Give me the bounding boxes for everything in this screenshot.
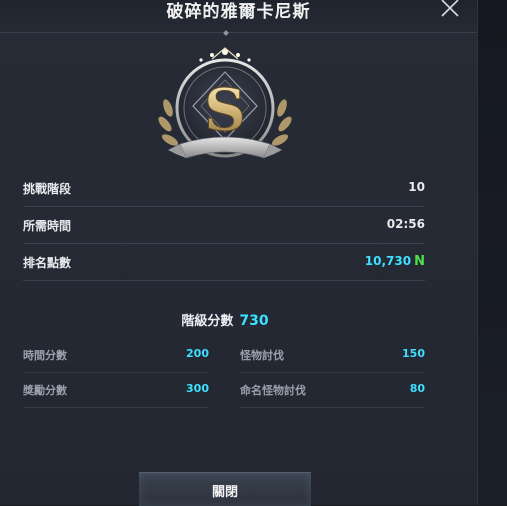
ranking-n-icon: N xyxy=(414,254,425,269)
score-label: 怪物討伐 xyxy=(240,349,284,362)
score-item-named-monster: 命名怪物討伐 80 xyxy=(240,373,425,408)
grade-score-value: 730 xyxy=(239,313,269,329)
dialog-title: 破碎的雅爾卡尼斯 xyxy=(166,2,311,22)
stat-row-time: 所需時間 02:56 xyxy=(23,206,425,244)
rank-letter: S xyxy=(204,76,246,144)
title-bar: 破碎的雅爾卡尼斯 xyxy=(0,0,477,33)
stat-label: 排名點數 xyxy=(23,256,72,270)
grade-score-label: 階級分數 xyxy=(181,314,234,329)
close-button-label: 關閉 xyxy=(211,485,238,500)
score-value: 200 xyxy=(186,347,209,360)
score-item-bonus: 獎勵分數 300 xyxy=(23,373,209,408)
score-item-monster: 怪物討伐 150 xyxy=(240,338,425,373)
score-value: 150 xyxy=(402,347,425,360)
ranking-points-value: 10,730 xyxy=(364,254,412,268)
grade-score: 階級分數 730 xyxy=(0,310,450,329)
rank-emblem-icon: S xyxy=(158,47,292,159)
close-icon[interactable] xyxy=(436,0,464,22)
score-label: 命名怪物討伐 xyxy=(240,384,306,397)
score-value: 300 xyxy=(186,382,209,395)
score-label: 獎勵分數 xyxy=(23,384,67,397)
stat-row-ranking-points: 排名點數 10,730 N xyxy=(23,243,425,281)
score-label: 時間分數 xyxy=(23,349,67,362)
background-panel-edge xyxy=(477,0,507,505)
stat-row-stage: 挑戰階段 10 xyxy=(23,169,425,207)
stat-value: 10 xyxy=(408,180,425,194)
stat-label: 所需時間 xyxy=(23,219,72,233)
score-item-time: 時間分數 200 xyxy=(23,338,209,373)
result-dialog: 破碎的雅爾卡尼斯 S 挑戰階段 10 所需時間 02:56 排名點數 10,73… xyxy=(0,0,477,506)
close-button[interactable]: 關閉 xyxy=(139,472,311,506)
score-value: 80 xyxy=(409,382,425,395)
stat-value: 02:56 xyxy=(386,217,425,231)
stat-label: 挑戰階段 xyxy=(23,182,72,196)
